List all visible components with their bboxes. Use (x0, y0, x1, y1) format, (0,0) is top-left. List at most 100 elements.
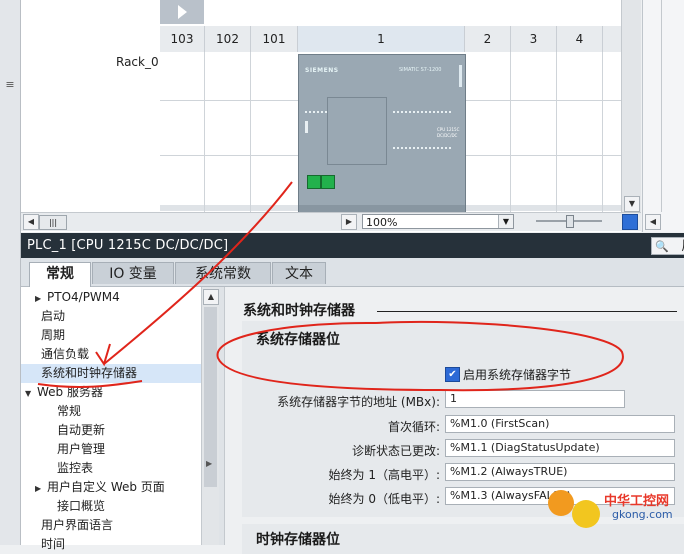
nav-item[interactable]: 常规 (21, 402, 201, 421)
slot-divider (602, 52, 603, 212)
nav-item-label: 周期 (41, 328, 66, 342)
tab-system-constants[interactable]: 系统常数 (175, 262, 271, 284)
properties-side-tab[interactable]: 🔍 属 (651, 237, 684, 255)
rack-label: Rack_0 (116, 55, 159, 69)
scroll-left-icon[interactable]: ◀ (23, 214, 39, 230)
watermark-domain: gkong.com (612, 508, 673, 521)
nav-item-label: 用户管理 (57, 442, 106, 456)
nav-item[interactable]: ▼ Web 服务器 (21, 383, 201, 402)
nav-item[interactable]: 接口概览 (21, 497, 201, 516)
zoom-slider[interactable] (536, 215, 602, 228)
always-false-label: 始终为 0（低电平）: (328, 492, 441, 506)
strip-divider (661, 0, 662, 212)
tab-io-tags[interactable]: IO 变量 (92, 262, 174, 284)
io-leds-top (393, 111, 451, 113)
scroll-down-icon[interactable]: ▼ (624, 196, 640, 212)
slot-header-101: 101 (251, 26, 298, 52)
zoom-select[interactable]: 100% ▼ (362, 214, 514, 229)
cpu-cover (327, 97, 387, 165)
nav-item[interactable]: 周期 (21, 326, 201, 345)
play-icon (178, 5, 187, 19)
nav-item-label: 时间 (41, 537, 66, 551)
collapse-icon[interactable]: ◀ (645, 214, 661, 230)
chevron-down-icon[interactable]: ▼ (25, 384, 37, 403)
nav-item[interactable]: 自动更新 (21, 421, 201, 440)
slot-divider (510, 52, 511, 212)
grip-icon[interactable]: ≡ (4, 78, 16, 91)
chevron-right-icon[interactable]: ▶ (35, 479, 47, 498)
enable-system-memory-label: 启用系统存储器字节 (463, 368, 572, 382)
properties-title-bar: PLC_1 [CPU 1215C DC/DC/DC] 🔍 属 (21, 233, 684, 258)
nav-item-label: 用户自定义 Web 页面 (47, 480, 165, 494)
io-leds-top (305, 111, 329, 113)
gear-icon (572, 500, 600, 528)
slot-divider (250, 52, 251, 212)
enable-system-memory-row[interactable]: ✔ 启用系统存储器字节 (445, 366, 645, 382)
hscroll-thumb[interactable]: ||| (39, 215, 67, 230)
status-leds (305, 121, 308, 133)
nav-item-label: 监控表 (57, 461, 94, 475)
chevron-down-icon[interactable]: ▼ (498, 215, 513, 228)
tab-texts[interactable]: 文本 (272, 262, 326, 284)
nav-item-label: 接口概览 (57, 499, 106, 513)
slot-header-102: 102 (205, 26, 251, 52)
io-leds-bottom (393, 147, 451, 149)
device-view-vscroll[interactable]: ▼ (621, 0, 641, 212)
cpu-status-bar (459, 65, 462, 87)
zoom-slider-knob[interactable] (566, 215, 574, 228)
system-memory-title: 系统存储器位 (256, 332, 340, 348)
nav-item[interactable]: ▶ 用户自定义 Web 页面 (21, 478, 201, 497)
right-side-strip: ◀ (642, 0, 684, 232)
rack-expand-button[interactable] (160, 0, 204, 24)
scroll-up-icon[interactable]: ▲ (203, 289, 219, 305)
gear-icon (548, 490, 574, 516)
nav-item[interactable]: 监控表 (21, 459, 201, 478)
first-scan-value: %M1.0 (FirstScan) (445, 415, 675, 433)
watermark-name: 中华工控网 (604, 494, 670, 509)
nav-item[interactable]: 用户管理 (21, 440, 201, 459)
nav-item-label: 启动 (41, 309, 66, 323)
section-title: 系统和时钟存储器 (243, 303, 355, 319)
scroll-right-icon[interactable]: ▶ (341, 214, 357, 230)
tab-general[interactable]: 常规 (29, 262, 91, 287)
checkbox-checked-icon[interactable]: ✔ (445, 367, 460, 382)
nav-item[interactable]: 用户界面语言 (21, 516, 201, 535)
magnifier-icon: 🔍 (655, 240, 669, 253)
profinet-port-1[interactable] (307, 175, 321, 189)
address-field[interactable]: 1 (445, 390, 625, 408)
nav-item-label: 自动更新 (57, 423, 106, 437)
chevron-right-icon[interactable]: ▶ (35, 289, 47, 308)
nav-item[interactable]: 启动 (21, 307, 201, 326)
clock-memory-title: 时钟存储器位 (256, 532, 340, 548)
always-true-label: 始终为 1（高电平）: (328, 468, 441, 482)
scroll-marker-icon: ▶ (206, 459, 213, 468)
slot-header-3: 3 (511, 26, 557, 52)
nav-item[interactable]: 系统和时钟存储器 (21, 364, 201, 383)
address-label: 系统存储器字节的地址 (MBx): (277, 395, 440, 409)
slot-header-2: 2 (465, 26, 511, 52)
nav-item-label: Web 服务器 (37, 385, 103, 399)
left-tool-strip: ≡ (0, 0, 21, 545)
nav-vscroll[interactable]: ▲ ▶ (201, 287, 220, 545)
nav-item-label: 系统和时钟存储器 (41, 366, 138, 380)
slot-divider (204, 52, 205, 212)
cpu-module[interactable]: SIEMENS SIMATIC S7-1200 CPU 1215C DC/DC/… (298, 54, 466, 214)
nav-item-label: 常规 (57, 404, 82, 418)
properties-nav-tree: ▶ PTO4/PWM4 启动 周期 通信负载 系统和时钟存储器 ▼ Web 服务器 常规 自动更新… (21, 287, 202, 551)
section-rule (377, 311, 677, 312)
diag-status-label: 诊断状态已更改: (351, 444, 440, 458)
always-true-value: %M1.2 (AlwaysTRUE) (445, 463, 675, 481)
fit-view-button[interactable] (622, 214, 638, 230)
slot-divider (556, 52, 557, 212)
nav-item[interactable]: ▶ PTO4/PWM4 (21, 288, 201, 307)
clock-memory-box: 时钟存储器位 (242, 524, 684, 554)
zoom-value: 100% (366, 216, 398, 229)
nav-item-label: 通信负载 (41, 347, 90, 361)
properties-tabs: 常规 IO 变量 系统常数 文本 (21, 258, 684, 287)
profinet-port-2[interactable] (321, 175, 335, 189)
nav-item[interactable]: 通信负载 (21, 345, 201, 364)
slot-header-5 (603, 26, 623, 52)
slot-header-1: 1 (298, 26, 465, 52)
cpu-face-label: CPU 1215C DC/DC/DC (437, 127, 460, 138)
slot-header-103: 103 (160, 26, 205, 52)
